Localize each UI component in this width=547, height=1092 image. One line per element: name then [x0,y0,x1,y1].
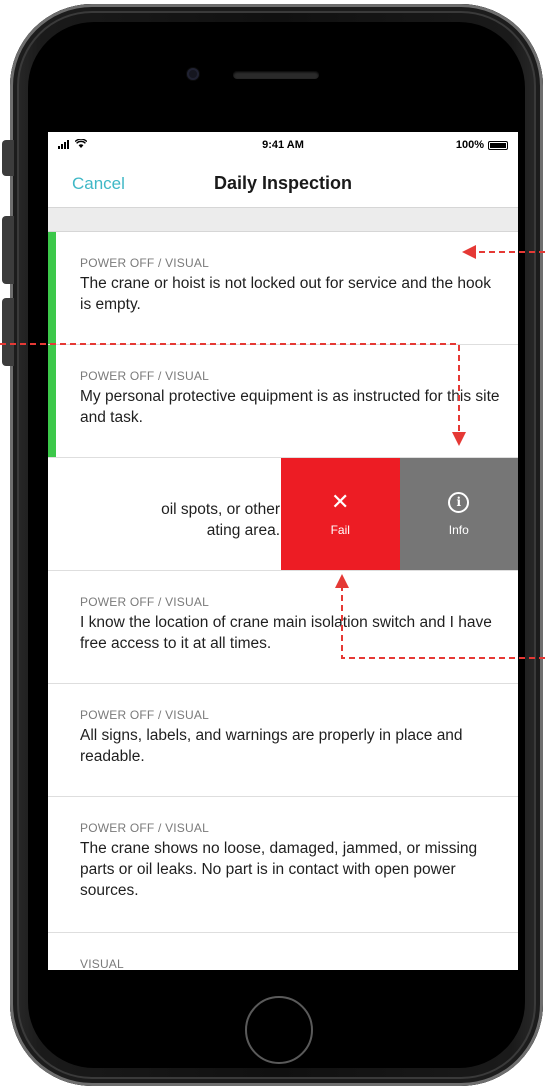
mute-switch [2,140,14,176]
item-category: POWER OFF / VISUAL [80,708,209,722]
info-label: Info [448,522,469,537]
item-description: All signs, labels, and warnings are prop… [80,727,463,765]
status-time: 9:41 AM [262,139,304,151]
item-category: POWER OFF / VISUAL [80,595,209,609]
battery-icon [488,140,508,150]
volume-down-button [2,298,14,366]
info-button[interactable]: i Info [399,458,518,570]
pass-indicator [48,345,56,457]
list-item[interactable]: POWER OFF / VISUAL The crane or hoist is… [48,232,518,345]
inspection-list: POWER OFF / VISUAL The crane or hoist is… [48,232,518,970]
item-description: The crane shows no loose, damaged, jamme… [80,840,478,899]
navigation-bar: Cancel Daily Inspection [48,158,518,208]
item-category: POWER OFF / VISUAL [80,256,209,270]
list-item[interactable]: POWER OFF / VISUAL The crane shows no lo… [48,797,518,933]
list-item[interactable]: POWER OFF / VISUAL I know the location o… [48,571,518,684]
info-circle-icon: i [448,491,470,513]
list-item[interactable]: POWER OFF / VISUAL My personal protectiv… [48,345,518,458]
section-header [48,208,518,232]
status-bar: 9:41 AM 100% [48,132,518,158]
earpiece-speaker [233,71,319,79]
fail-label: Fail [330,523,350,537]
list-item[interactable]: POWER OFF / VISUAL All signs, labels, an… [48,684,518,797]
list-item-swiped[interactable]: oil spots, or other ating area. ✕ Fail i… [48,458,518,571]
close-x-icon: ✕ [331,489,350,514]
pass-indicator [48,232,56,344]
page-title: Daily Inspection [213,173,353,193]
item-description: I know the location of crane main isolat… [80,614,492,652]
front-camera [187,68,199,80]
home-button[interactable] [245,996,313,1064]
item-category: POWER OFF / VISUAL [80,369,209,383]
list-item[interactable]: VISUAL [48,933,518,970]
fail-button[interactable]: ✕ Fail [281,458,400,570]
item-description: The crane or hoist is not locked out for… [80,275,491,313]
volume-up-button [2,216,14,284]
item-category: POWER OFF / VISUAL [80,821,209,835]
swipe-actions: ✕ Fail i Info [281,458,518,570]
app-screen: 9:41 AM 100% Cancel Daily Inspection POW… [48,132,518,970]
item-description: My personal protective equipment is as i… [80,388,500,426]
battery-percent: 100% [455,139,484,151]
item-category: VISUAL [80,957,124,970]
item-description-partial: oil spots, or other ating area. [161,501,280,539]
